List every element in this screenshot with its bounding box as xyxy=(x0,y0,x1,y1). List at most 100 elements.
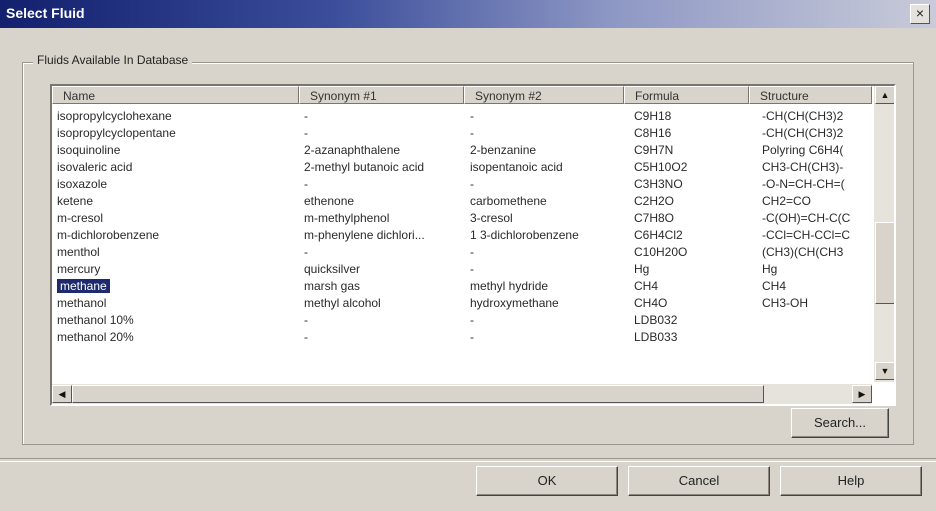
column-header-name[interactable]: Name xyxy=(52,86,299,104)
table-row[interactable]: mercury quicksilver - Hg Hg xyxy=(52,261,872,278)
cell-formula: C6H4Cl2 xyxy=(634,228,683,242)
cell-synonym2: 3-cresol xyxy=(470,211,513,225)
cell-formula: C10H20O xyxy=(634,245,688,259)
cell-structure: Polyring C6H4( xyxy=(762,143,844,157)
cell-synonym2: - xyxy=(470,313,474,327)
cell-synonym1: ethenone xyxy=(304,194,355,208)
cell-name: methanol xyxy=(57,296,107,310)
column-header-row: Name Synonym #1 Synonym #2 Formula Struc… xyxy=(52,86,872,106)
cell-formula: Hg xyxy=(634,262,650,276)
cell-structure: Hg xyxy=(762,262,778,276)
cell-name: methanol 20% xyxy=(57,330,134,344)
cell-name: m-cresol xyxy=(57,211,104,225)
table-row[interactable]: isoxazole - - C3H3NO -O-N=CH-CH=( xyxy=(52,176,872,193)
cell-structure: -O-N=CH-CH=( xyxy=(762,177,845,191)
scroll-down-icon[interactable]: ▼ xyxy=(875,362,894,380)
cell-structure: -CH(CH(CH3)2 xyxy=(762,109,844,123)
column-header-formula[interactable]: Formula xyxy=(624,86,749,104)
cell-formula: C3H3NO xyxy=(634,177,683,191)
table-row[interactable]: isopropylcyclopentane - - C8H16 -CH(CH(CH3)2 xyxy=(52,125,872,142)
cell-name: isopropylcyclohexane xyxy=(57,109,172,123)
cell-synonym1: - xyxy=(304,177,308,191)
fluid-list[interactable]: Name Synonym #1 Synonym #2 Formula Struc… xyxy=(50,84,896,406)
cell-structure: CH3-CH(CH3)- xyxy=(762,160,844,174)
cell-synonym1: 2-azanaphthalene xyxy=(304,143,401,157)
cell-synonym2: - xyxy=(470,330,474,344)
cell-name: isoxazole xyxy=(57,177,108,191)
table-row[interactable]: menthol - - C10H20O (CH3)(CH(CH3 xyxy=(52,244,872,261)
separator xyxy=(0,458,936,462)
cell-synonym1: m-phenylene dichlori... xyxy=(304,228,425,242)
column-header-synonym2[interactable]: Synonym #2 xyxy=(464,86,624,104)
help-button[interactable]: Help xyxy=(780,466,922,496)
cell-synonym2: - xyxy=(470,245,474,259)
column-header-synonym1[interactable]: Synonym #1 xyxy=(299,86,464,104)
scroll-up-icon[interactable]: ▲ xyxy=(875,86,894,104)
cancel-button[interactable]: Cancel xyxy=(628,466,770,496)
close-icon[interactable]: × xyxy=(910,4,930,24)
vertical-scroll-thumb[interactable] xyxy=(875,222,894,304)
ok-button[interactable]: OK xyxy=(476,466,618,496)
cell-structure: CH4 xyxy=(762,279,787,293)
cell-formula: C9H18 xyxy=(634,109,672,123)
cell-formula: C2H2O xyxy=(634,194,675,208)
cell-synonym1: - xyxy=(304,245,308,259)
search-button[interactable]: Search... xyxy=(791,408,889,438)
cell-synonym2: hydroxymethane xyxy=(470,296,559,310)
cell-synonym1: methyl alcohol xyxy=(304,296,381,310)
cell-synonym2: - xyxy=(470,262,474,276)
selected-name-highlight: methane xyxy=(57,279,110,293)
table-row[interactable]: methane marsh gas methyl hydride CH4 CH4 xyxy=(52,278,872,295)
column-header-structure[interactable]: Structure xyxy=(749,86,872,104)
cell-structure: CH2=CO xyxy=(762,194,812,208)
cell-formula: C7H8O xyxy=(634,211,675,225)
cell-synonym2: carbomethene xyxy=(470,194,547,208)
cell-formula: LDB032 xyxy=(634,313,678,327)
cell-synonym1: - xyxy=(304,313,308,327)
cell-synonym2: isopentanoic acid xyxy=(470,160,563,174)
scroll-left-icon[interactable]: ◀ xyxy=(52,385,72,403)
scroll-right-icon[interactable]: ▶ xyxy=(852,385,872,403)
cell-formula: C5H10O2 xyxy=(634,160,688,174)
cell-synonym1: marsh gas xyxy=(304,279,361,293)
cell-synonym1: - xyxy=(304,330,308,344)
cell-structure: (CH3)(CH(CH3 xyxy=(762,245,844,259)
table-row[interactable]: methanol 20% - - LDB033 xyxy=(52,329,872,346)
cell-synonym2: - xyxy=(470,177,474,191)
cell-synonym2: methyl hydride xyxy=(470,279,549,293)
cell-synonym2: 1 3-dichlorobenzene xyxy=(470,228,579,242)
cell-synonym2: - xyxy=(470,126,474,140)
select-fluid-dialog: Select Fluid × Fluids Available In Datab… xyxy=(0,0,936,511)
group-label: Fluids Available In Database xyxy=(33,53,193,67)
cell-structure: CH3-OH xyxy=(762,296,809,310)
table-row[interactable]: m-cresol m-methylphenol 3-cresol C7H8O -C(OH… xyxy=(52,210,872,227)
cell-name: menthol xyxy=(57,245,100,259)
table-row[interactable]: methanol 10% - - LDB032 xyxy=(52,312,872,329)
cell-synonym1: - xyxy=(304,126,308,140)
horizontal-scroll-thumb[interactable] xyxy=(72,385,764,403)
table-row[interactable]: isopropylcyclohexane - - C9H18 -CH(CH(CH3)2 xyxy=(52,108,872,125)
cell-synonym1: quicksilver xyxy=(304,262,361,276)
table-row[interactable]: methanol methyl alcohol hydroxymethane CH4O… xyxy=(52,295,872,312)
table-row[interactable]: m-dichlorobenzene m-phenylene dichlori...… xyxy=(52,227,872,244)
title-bar[interactable]: Select Fluid × xyxy=(0,0,936,28)
cell-name: m-dichlorobenzene xyxy=(57,228,160,242)
cell-synonym2: - xyxy=(470,109,474,123)
cell-formula: CH4O xyxy=(634,296,668,310)
cell-name: methane xyxy=(57,278,297,295)
table-row[interactable]: ketene ethenone carbomethene C2H2O CH2=CO xyxy=(52,193,872,210)
table-row[interactable]: isovaleric acid 2-methyl butanoic acid iso… xyxy=(52,159,872,176)
cell-structure: -CH(CH(CH3)2 xyxy=(762,126,844,140)
cell-formula: LDB033 xyxy=(634,330,678,344)
cell-synonym1: 2-methyl butanoic acid xyxy=(304,160,425,174)
cell-formula: C8H16 xyxy=(634,126,672,140)
cell-name: mercury xyxy=(57,262,101,276)
table-row[interactable]: isoquinoline 2-azanaphthalene 2-benzanine C… xyxy=(52,142,872,159)
cell-name: ketene xyxy=(57,194,94,208)
horizontal-scrollbar[interactable]: ◀ ▶ xyxy=(52,384,872,404)
cell-name: isopropylcyclopentane xyxy=(57,126,176,140)
cell-structure: -CCl=CH-CCl=C xyxy=(762,228,851,242)
cell-name: isovaleric acid xyxy=(57,160,133,174)
vertical-scrollbar[interactable]: ▲ ▼ xyxy=(874,86,894,382)
cell-formula: CH4 xyxy=(634,279,659,293)
